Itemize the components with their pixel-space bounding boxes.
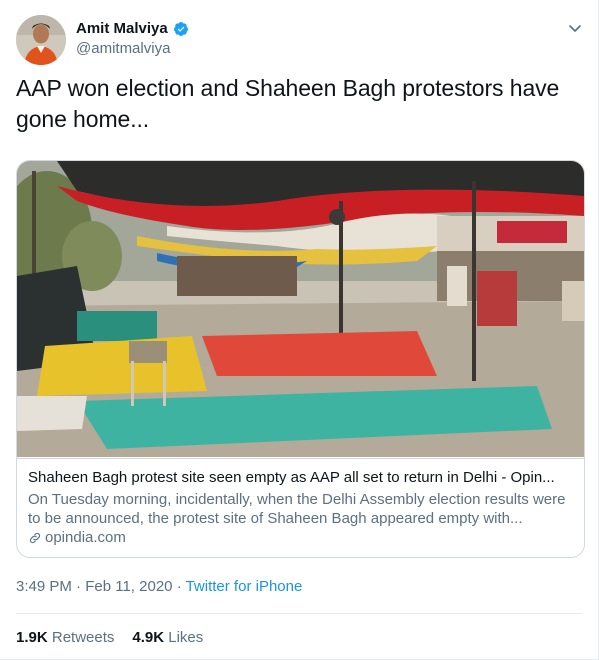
retweets-count: 1.9K [16,629,48,646]
retweets-stat[interactable]: 1.9K Retweets [16,629,114,646]
tweet-date[interactable]: Feb 11, 2020 [85,578,172,595]
chevron-down-icon[interactable] [567,20,583,36]
author-name-row[interactable]: Amit Malviya [76,20,189,37]
likes-count: 4.9K [132,629,165,646]
divider [16,613,583,614]
card-image[interactable] [17,161,584,457]
card-domain-row[interactable]: opindia.com [28,529,126,546]
card-title[interactable]: Shaheen Bagh protest site seen empty as … [28,468,576,488]
tweet-stats: 1.9K Retweets 4.9K Likes [16,629,203,646]
likes-label: Likes [168,629,204,646]
avatar-image [16,15,66,65]
card-description: On Tuesday morning, incidentally, when t… [28,491,566,527]
author-handle[interactable]: @amitmalviya [76,40,170,57]
card-body[interactable]: Shaheen Bagh protest site seen empty as … [17,458,584,557]
retweets-label: Retweets [51,629,115,646]
tweet-metadata: 3:49 PM · Feb 11, 2020 · Twitter for iPh… [16,578,302,595]
avatar[interactable] [16,15,66,65]
card-domain[interactable]: opindia.com [45,529,126,546]
likes-stat[interactable]: 4.9K Likes [132,629,203,646]
link-icon [29,532,41,543]
link-card[interactable]: Shaheen Bagh protest site seen empty as … [16,160,585,558]
author-name[interactable]: Amit Malviya [76,20,168,37]
verified-badge-icon [173,21,188,36]
meta-separator-2: · [176,578,182,595]
tweet-time[interactable]: 3:49 PM [16,578,72,595]
meta-separator: · [76,578,82,595]
tweet-source[interactable]: Twitter for iPhone [186,578,303,595]
tweet-text: AAP won election and Shaheen Bagh protes… [16,75,560,132]
